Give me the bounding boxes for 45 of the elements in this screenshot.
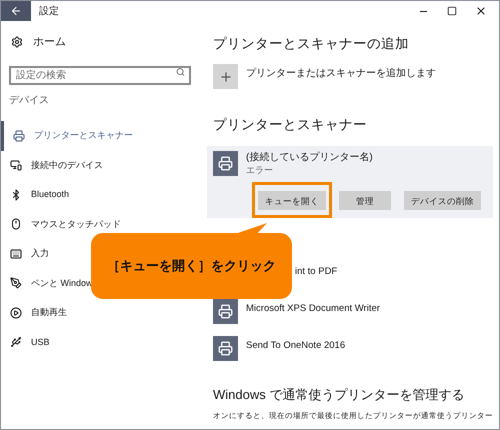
play-icon [10, 306, 22, 319]
action-button[interactable]: デバイスの削除 [404, 191, 481, 210]
back-arrow-icon [10, 5, 22, 17]
pen-icon [10, 277, 22, 290]
printer-status: エラー [246, 164, 274, 176]
printer-item[interactable]: Microsoft XPS Document Writer [213, 298, 380, 324]
plus-icon [218, 70, 232, 84]
sidebar-item[interactable]: 自動再生 [1, 298, 67, 328]
add-button[interactable] [213, 64, 238, 90]
search-field[interactable]: 設定の検索 [9, 66, 191, 85]
sidebar-item[interactable]: 接続中のデバイス [1, 150, 103, 180]
sidebar-item[interactable]: マウスとタッチパッド [1, 210, 121, 239]
window-title: 設定 [39, 4, 59, 18]
section-heading: Windows で通常使うプリンターを管理する [213, 386, 466, 404]
keyboard-icon [10, 248, 22, 260]
section-heading: プリンターとスキャナーの追加 [213, 35, 410, 53]
section-heading: プリンターとスキャナー [213, 116, 368, 134]
sidebar-item[interactable]: ペンと Window [1, 268, 93, 298]
back-button[interactable] [1, 1, 31, 21]
printer-icon [213, 336, 238, 360]
printer-icon [213, 150, 238, 176]
sidebar-item[interactable]: 入力 [1, 239, 49, 268]
sidebar-item[interactable]: Bluetooth [1, 180, 70, 210]
printer-icon [13, 130, 25, 142]
settings-icon [11, 36, 23, 48]
home-link[interactable]: ホーム [33, 34, 66, 50]
printer-icon [213, 298, 238, 324]
maximize-icon[interactable] [447, 6, 457, 16]
callout-text: ［キューを開く］をクリック [107, 257, 276, 276]
sidebar-item[interactable]: USB [1, 328, 50, 357]
usb-icon [10, 336, 22, 348]
printer-name: (接続しているプリンター名) [246, 150, 373, 164]
action-button[interactable]: キューを開く [258, 191, 326, 210]
search-icon [176, 67, 185, 76]
printer-card[interactable]: (接続しているプリンター名) エラー キューを開く 管理 デバイスの削除 [207, 146, 493, 218]
sidebar-item[interactable]: プリンターとスキャナー [1, 121, 133, 150]
section-label: デバイス [8, 94, 50, 108]
printer-item[interactable]: int to PDF [295, 262, 338, 286]
mouse-icon [10, 218, 22, 230]
bluetooth-icon [10, 188, 22, 201]
devices-icon [10, 159, 22, 172]
close-icon[interactable] [475, 5, 487, 17]
add-printer-label[interactable]: プリンターまたはスキャナーを追加します [246, 66, 436, 90]
printer-item[interactable]: Send To OneNote 2016 [213, 336, 346, 360]
action-button[interactable]: 管理 [339, 191, 391, 210]
